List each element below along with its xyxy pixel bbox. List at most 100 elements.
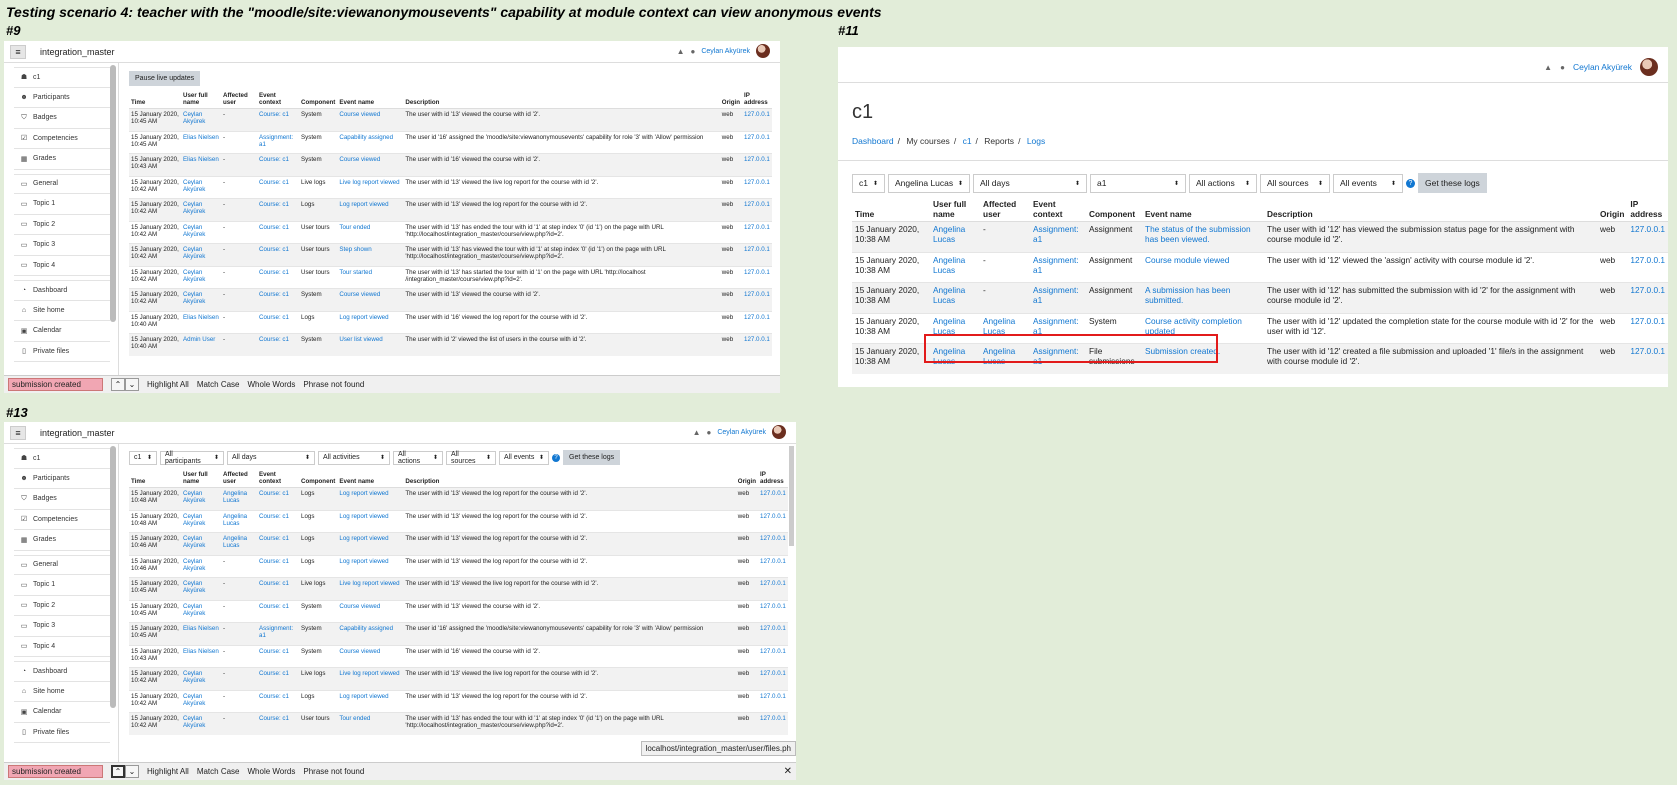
cell-context[interactable]: Course: c1 xyxy=(257,333,299,356)
cell-context[interactable]: Assignment: a1 xyxy=(257,622,299,645)
cell-event[interactable]: Live log report viewed xyxy=(337,577,404,600)
find-previous-button[interactable]: ⌃ xyxy=(111,378,125,391)
cell-context[interactable]: Course: c1 xyxy=(257,689,299,713)
cell-event[interactable]: Course viewed xyxy=(337,599,404,623)
cell-context[interactable]: Course: c1 xyxy=(257,243,299,266)
cell-user[interactable]: Ceylan Akyürek xyxy=(181,487,221,510)
cell-affected[interactable]: Angelina Lucas xyxy=(221,509,257,533)
actions-select[interactable]: All actions ⬍ xyxy=(1189,173,1257,193)
breadcrumb-dashboard[interactable]: Dashboard xyxy=(852,136,894,146)
cell-ip[interactable]: 127.0.0.1 xyxy=(742,130,772,154)
cell-user[interactable]: Ceylan Akyürek xyxy=(181,288,221,311)
chat-icon[interactable]: ● xyxy=(1560,63,1565,72)
cell-ip[interactable]: 127.0.0.1 xyxy=(758,554,788,578)
cell-event[interactable]: Course viewed xyxy=(337,288,404,311)
whole-words-toggle[interactable]: Whole Words xyxy=(248,380,296,389)
cell-ip[interactable]: 127.0.0.1 xyxy=(758,599,788,623)
cell-ip[interactable]: 127.0.0.1 xyxy=(742,265,772,289)
cell-event[interactable]: A submission has been submitted. xyxy=(1142,282,1264,313)
cell-ip[interactable]: 127.0.0.1 xyxy=(758,644,788,668)
sidebar-item[interactable]: ▯ Private files xyxy=(14,342,110,362)
cell-ip[interactable]: 127.0.0.1 xyxy=(1627,251,1668,283)
cell-ip[interactable]: 127.0.0.1 xyxy=(758,712,788,735)
cell-context[interactable]: Assignment: a1 xyxy=(1030,221,1086,252)
cell-event[interactable]: Capability assigned xyxy=(337,622,404,645)
bell-icon[interactable]: ▲ xyxy=(693,428,701,437)
sidebar-item[interactable]: ▭ Topic 4 xyxy=(14,256,110,276)
pause-live-updates-button[interactable]: Pause live updates xyxy=(129,71,201,86)
highlight-all-toggle[interactable]: Highlight All xyxy=(147,767,189,776)
chat-icon[interactable]: ● xyxy=(691,47,696,56)
cell-user[interactable]: Elias Nielsen xyxy=(181,310,221,334)
sidebar-item[interactable]: ☻ Participants xyxy=(14,469,110,489)
cell-context[interactable]: Course: c1 xyxy=(257,667,299,690)
get-these-logs-button[interactable]: Get these logs xyxy=(563,450,621,465)
cell-user[interactable]: Elias Nielsen xyxy=(181,153,221,176)
cell-ip[interactable]: 127.0.0.1 xyxy=(758,509,788,533)
cell-context[interactable]: Course: c1 xyxy=(257,599,299,623)
cell-affected[interactable]: Angelina Lucas xyxy=(221,532,257,555)
sidebar-item[interactable]: ▭ General xyxy=(14,173,110,194)
scrollbar[interactable] xyxy=(110,65,116,323)
cell-ip[interactable]: 127.0.0.1 xyxy=(742,288,772,311)
sidebar-item[interactable]: ⌂ Site home xyxy=(14,682,110,702)
sidebar-item[interactable]: ☗ c1 xyxy=(14,67,110,88)
cell-event[interactable]: Course viewed xyxy=(337,108,404,131)
sidebar-item[interactable]: ▯ Private files xyxy=(14,723,110,743)
cell-user[interactable]: Ceylan Akyürek xyxy=(181,554,221,578)
sidebar-item[interactable]: ▣ Calendar xyxy=(14,702,110,723)
cell-context[interactable]: Assignment: a1 xyxy=(1030,282,1086,313)
sidebar-item[interactable]: ⛉ Badges xyxy=(14,108,110,129)
cell-user[interactable]: Ceylan Akyürek xyxy=(181,265,221,289)
match-case-toggle[interactable]: Match Case xyxy=(197,380,240,389)
cell-user[interactable]: Elias Nielsen xyxy=(181,622,221,645)
cell-event[interactable]: Tour started xyxy=(337,265,404,289)
sidebar-item[interactable]: ⛉ Badges xyxy=(14,489,110,510)
sidebar-item[interactable]: ▭ Topic 4 xyxy=(14,637,110,657)
cell-user[interactable]: Ceylan Akyürek xyxy=(181,689,221,713)
cell-ip[interactable]: 127.0.0.1 xyxy=(758,487,788,510)
course-select[interactable]: c1 ⬍ xyxy=(129,450,157,465)
get-these-logs-button[interactable]: Get these logs xyxy=(1418,173,1487,193)
user-menu-name[interactable]: Ceylan Akyürek xyxy=(701,48,750,55)
user-menu-name[interactable]: Ceylan Akyürek xyxy=(1573,62,1632,72)
cell-user[interactable]: Ceylan Akyürek xyxy=(181,220,221,244)
cell-ip[interactable]: 127.0.0.1 xyxy=(742,198,772,221)
cell-user[interactable]: Ceylan Akyürek xyxy=(181,667,221,690)
cell-user[interactable]: Ceylan Akyürek xyxy=(181,509,221,533)
sidebar-item[interactable]: ☑ Competencies xyxy=(14,510,110,530)
bell-icon[interactable]: ▲ xyxy=(677,47,685,56)
cell-context[interactable]: Course: c1 xyxy=(257,554,299,578)
cell-event[interactable]: The status of the submission has been vi… xyxy=(1142,221,1264,252)
bell-icon[interactable]: ▲ xyxy=(1544,63,1552,72)
avatar[interactable] xyxy=(772,425,786,439)
cell-context[interactable]: Course: c1 xyxy=(257,108,299,131)
cell-context[interactable]: Course: c1 xyxy=(257,310,299,334)
cell-event[interactable]: Tour ended xyxy=(337,220,404,244)
cell-user[interactable]: Angelina Lucas xyxy=(930,282,980,313)
events-select[interactable]: All events ⬍ xyxy=(499,450,549,465)
course-select[interactable]: c1 ⬍ xyxy=(852,173,885,193)
menu-icon[interactable]: ≡ xyxy=(10,44,26,59)
cell-context[interactable]: Course: c1 xyxy=(257,175,299,199)
cell-context[interactable]: Course: c1 xyxy=(257,220,299,244)
cell-event[interactable]: Log report viewed xyxy=(337,554,404,578)
sidebar-item[interactable]: ◔ Dashboard xyxy=(14,280,110,301)
cell-event[interactable]: Log report viewed xyxy=(337,532,404,555)
sidebar-item[interactable]: ▦ Grades xyxy=(14,149,110,170)
sidebar-item[interactable]: ◔ Dashboard xyxy=(14,661,110,682)
cell-ip[interactable]: 127.0.0.1 xyxy=(758,667,788,690)
participant-select[interactable]: All participants ⬍ xyxy=(160,450,224,465)
days-select[interactable]: All days ⬍ xyxy=(227,450,315,465)
cell-context[interactable]: Assignment: a1 xyxy=(257,130,299,154)
highlight-all-toggle[interactable]: Highlight All xyxy=(147,380,189,389)
cell-context[interactable]: Course: c1 xyxy=(257,265,299,289)
cell-user[interactable]: Admin User xyxy=(181,333,221,356)
sidebar-item[interactable]: ▭ Topic 1 xyxy=(14,194,110,215)
cell-context[interactable]: Course: c1 xyxy=(257,288,299,311)
cell-user[interactable]: Ceylan Akyürek xyxy=(181,175,221,199)
sidebar-item[interactable]: ▭ Topic 2 xyxy=(14,215,110,235)
find-previous-button[interactable]: ⌃ xyxy=(111,765,125,778)
sidebar-item[interactable]: ▭ General xyxy=(14,554,110,575)
days-select[interactable]: All days ⬍ xyxy=(973,173,1087,193)
